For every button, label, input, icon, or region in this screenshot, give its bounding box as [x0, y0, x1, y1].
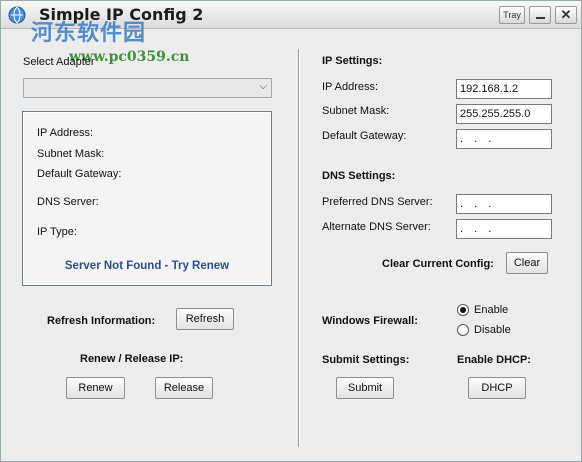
- firewall-disable-label[interactable]: Disable: [474, 324, 511, 336]
- info-dns-server-label: DNS Server:: [37, 196, 99, 208]
- ip-address-field[interactable]: 192.168.1.2: [456, 79, 552, 99]
- enable-dhcp-label: Enable DHCP:: [457, 354, 531, 366]
- adapter-status-text: Server Not Found - Try Renew: [64, 260, 230, 272]
- refresh-information-label: Refresh Information:: [47, 315, 156, 327]
- dns-settings-heading: DNS Settings:: [322, 170, 396, 182]
- ip-settings-heading: IP Settings:: [322, 55, 383, 67]
- app-window: Simple IP Config 2 Tray ✕ 河东软件园 www.pc03…: [0, 0, 582, 462]
- select-adapter-label: Select Adapter: [23, 56, 95, 68]
- close-icon: ✕: [560, 7, 572, 22]
- firewall-enable-label[interactable]: Enable: [474, 304, 508, 316]
- info-default-gateway-label: Default Gateway:: [37, 168, 122, 180]
- adapter-info-panel: IP Address: Subnet Mask: Default Gateway…: [22, 111, 272, 286]
- alternate-dns-label: Alternate DNS Server:: [322, 221, 431, 233]
- info-ip-type-label: IP Type:: [37, 226, 77, 238]
- dhcp-button[interactable]: DHCP: [468, 377, 526, 399]
- clear-button[interactable]: Clear: [506, 252, 548, 274]
- clear-config-label: Clear Current Config:: [382, 258, 494, 270]
- minimize-button[interactable]: [529, 6, 551, 24]
- minimize-icon: [536, 17, 545, 19]
- firewall-disable-radio[interactable]: [457, 324, 469, 336]
- submit-button[interactable]: Submit: [336, 377, 394, 399]
- release-button[interactable]: Release: [155, 377, 213, 399]
- ip-address-label: IP Address:: [322, 81, 379, 93]
- adapter-select[interactable]: ⌵: [23, 78, 272, 98]
- firewall-enable-radio[interactable]: [457, 304, 469, 316]
- renew-button[interactable]: Renew: [66, 377, 125, 399]
- panel-divider: [298, 49, 300, 447]
- info-subnet-mask-label: Subnet Mask:: [37, 148, 105, 160]
- chevron-down-icon: ⌵: [259, 81, 267, 92]
- preferred-dns-field[interactable]: . . .: [456, 194, 552, 214]
- renew-release-label: Renew / Release IP:: [80, 353, 184, 365]
- alternate-dns-field[interactable]: . . .: [456, 219, 552, 239]
- watermark-logo-text: 河东软件园: [31, 21, 147, 46]
- submit-settings-label: Submit Settings:: [322, 354, 410, 366]
- windows-firewall-label: Windows Firewall:: [322, 315, 418, 327]
- default-gateway-field[interactable]: . . .: [456, 129, 552, 149]
- info-ip-address-label: IP Address:: [37, 127, 94, 139]
- preferred-dns-label: Preferred DNS Server:: [322, 196, 433, 208]
- default-gateway-label: Default Gateway:: [322, 130, 407, 142]
- subnet-mask-field[interactable]: 255.255.255.0: [456, 104, 552, 124]
- app-icon: [8, 6, 26, 24]
- tray-button[interactable]: Tray: [499, 6, 525, 24]
- refresh-button[interactable]: Refresh: [176, 308, 234, 330]
- subnet-mask-label: Subnet Mask:: [322, 105, 390, 117]
- close-button[interactable]: ✕: [555, 6, 577, 24]
